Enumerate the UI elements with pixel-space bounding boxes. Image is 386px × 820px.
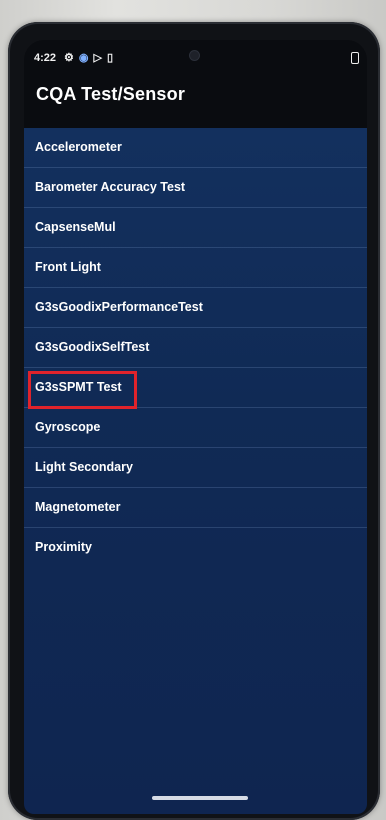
list-item-magnetometer[interactable]: Magnetometer (24, 488, 367, 528)
play-icon: ▷ (93, 52, 102, 64)
list-item-label: Magnetometer (35, 500, 121, 514)
list-item-label: G3sGoodixPerformanceTest (35, 300, 203, 314)
phone-screen: 4:22 ⚙ ◉ ▷ ▯ CQA Test/Sensor Acceleromet… (24, 40, 367, 814)
list-item-label: Gyroscope (35, 420, 101, 434)
status-bar: 4:22 ⚙ ◉ ▷ ▯ (24, 40, 367, 68)
list-item-label: Proximity (35, 540, 92, 554)
page-title: CQA Test/Sensor (36, 84, 186, 104)
list-item-label: CapsenseMul (35, 220, 116, 234)
list-item-label: Light Secondary (35, 460, 133, 474)
list-item-light-secondary[interactable]: Light Secondary (24, 448, 367, 488)
list-item-label: Barometer Accuracy Test (35, 180, 186, 194)
list-item-barometer-accuracy-test[interactable]: Barometer Accuracy Test (24, 168, 367, 208)
list-item-g3sspmt-test[interactable]: G3sSPMT Test (24, 368, 367, 409)
status-time: 4:22 (34, 52, 57, 64)
list-item-g3sgoodixselftest[interactable]: G3sGoodixSelfTest (24, 328, 367, 368)
list-item-g3sgoodixperformancetest[interactable]: G3sGoodixPerformanceTest (24, 288, 367, 328)
list-item-label: Front Light (35, 260, 101, 274)
front-camera (190, 51, 199, 60)
list-item-label: G3sSPMT Test (35, 380, 122, 394)
phone-body: 4:22 ⚙ ◉ ▷ ▯ CQA Test/Sensor Acceleromet… (8, 22, 380, 820)
list-item-gyroscope[interactable]: Gyroscope (24, 408, 367, 448)
list-item-front-light[interactable]: Front Light (24, 248, 367, 288)
gear-icon: ⚙ (64, 52, 74, 64)
sensor-list: Accelerometer Barometer Accuracy Test Ca… (24, 128, 367, 814)
list-item-label: G3sGoodixSelfTest (35, 340, 150, 354)
list-item-capsensemul[interactable]: CapsenseMul (24, 208, 367, 248)
list-item-accelerometer[interactable]: Accelerometer (24, 128, 367, 168)
signal-icon: ◉ (78, 52, 89, 64)
status-icons: ⚙ ◉ ▷ ▯ (64, 51, 113, 64)
battery-icon (351, 52, 359, 64)
home-indicator[interactable] (152, 796, 248, 800)
app-bar: CQA Test/Sensor (24, 70, 367, 128)
list-item-label: Accelerometer (35, 140, 122, 154)
battery-saver-icon: ▯ (106, 52, 114, 64)
list-item-proximity[interactable]: Proximity (24, 528, 367, 568)
